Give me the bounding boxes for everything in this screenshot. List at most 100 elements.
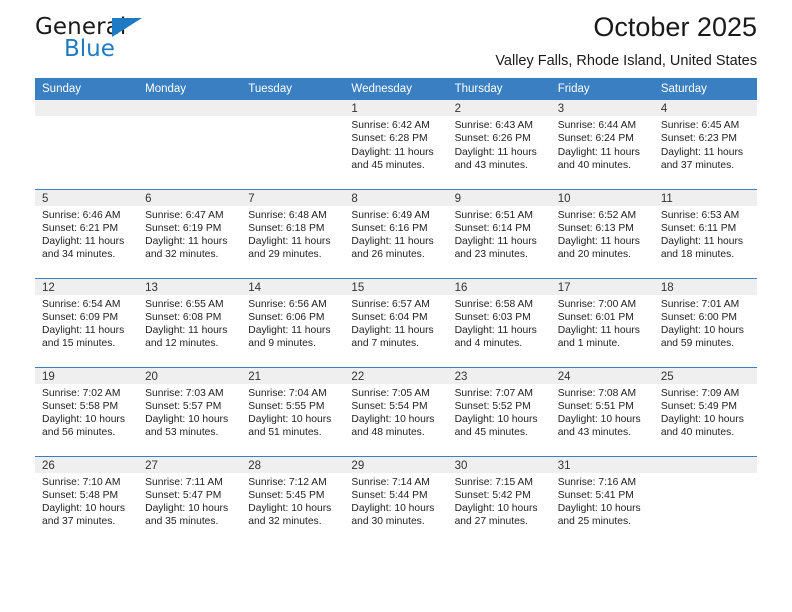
calendar-day-cell[interactable]: 20 Sunrise: 7:03 AM Sunset: 5:57 PM Dayligh… bbox=[138, 366, 242, 456]
calendar-day-cell[interactable]: 7 Sunrise: 6:48 AM Sunset: 6:18 PM Daylight… bbox=[241, 188, 345, 278]
day-number bbox=[138, 100, 242, 116]
day-details: Sunrise: 6:57 AM Sunset: 6:04 PM Daylight:… bbox=[344, 295, 447, 351]
sunrise-text: Sunrise: 6:47 AM bbox=[145, 209, 224, 221]
calendar-day-cell[interactable]: 31 Sunrise: 7:16 AM Sunset: 5:41 PM Dayligh… bbox=[550, 455, 654, 545]
calendar-day-cell-empty bbox=[241, 100, 345, 189]
calendar-day-cell[interactable]: 16 Sunrise: 6:58 AM Sunset: 6:03 PM Dayligh… bbox=[447, 277, 551, 367]
sunset-text: Sunset: 5:48 PM bbox=[42, 489, 119, 501]
sunset-text: Sunset: 6:23 PM bbox=[660, 133, 737, 145]
calendar-day-cell[interactable]: 24 Sunrise: 7:08 AM Sunset: 5:51 PM Dayligh… bbox=[550, 366, 654, 456]
sunset-text: Sunset: 6:04 PM bbox=[351, 311, 428, 323]
daylight-text: Daylight: 10 hours and 27 minutes. bbox=[454, 503, 538, 528]
calendar-day-cell[interactable]: 26 Sunrise: 7:10 AM Sunset: 5:48 PM Dayligh… bbox=[35, 455, 139, 545]
sunrise-text: Sunrise: 7:03 AM bbox=[145, 387, 224, 399]
day-number: 10 bbox=[550, 189, 654, 206]
calendar-day-cell[interactable]: 17 Sunrise: 7:00 AM Sunset: 6:01 PM Dayligh… bbox=[550, 277, 654, 367]
calendar-day-cell[interactable]: 8 Sunrise: 6:49 AM Sunset: 6:16 PM Daylight… bbox=[344, 188, 448, 278]
daylight-text: Daylight: 10 hours and 53 minutes. bbox=[145, 414, 229, 439]
sunset-text: Sunset: 5:58 PM bbox=[42, 400, 119, 412]
sunset-text: Sunset: 6:03 PM bbox=[454, 311, 531, 323]
calendar-day-cell[interactable]: 15 Sunrise: 6:57 AM Sunset: 6:04 PM Dayligh… bbox=[344, 277, 448, 367]
calendar-day-cell[interactable]: 3 Sunrise: 6:44 AM Sunset: 6:24 PM Daylight… bbox=[550, 100, 654, 189]
weekday-header-thursday: Thursday bbox=[447, 78, 551, 100]
sunset-text: Sunset: 6:08 PM bbox=[145, 311, 222, 323]
day-details: Sunrise: 7:12 AM Sunset: 5:45 PM Daylight:… bbox=[241, 473, 344, 529]
calendar-day-cell[interactable]: 27 Sunrise: 7:11 AM Sunset: 5:47 PM Dayligh… bbox=[138, 455, 242, 545]
day-details: Sunrise: 6:42 AM Sunset: 6:28 PM Daylight:… bbox=[344, 116, 447, 172]
sunrise-text: Sunrise: 7:15 AM bbox=[454, 476, 533, 488]
sunrise-text: Sunrise: 7:16 AM bbox=[557, 476, 637, 488]
day-number: 1 bbox=[344, 100, 448, 116]
calendar-day-cell[interactable]: 18 Sunrise: 7:01 AM Sunset: 6:00 PM Dayligh… bbox=[653, 277, 757, 367]
day-number: 22 bbox=[344, 367, 448, 384]
day-number bbox=[35, 100, 139, 116]
day-details: Sunrise: 7:10 AM Sunset: 5:48 PM Daylight:… bbox=[35, 473, 138, 529]
day-number: 12 bbox=[35, 278, 139, 295]
weekday-header-saturday: Saturday bbox=[653, 78, 757, 100]
daylight-text: Daylight: 11 hours and 32 minutes. bbox=[145, 236, 228, 261]
day-details: Sunrise: 6:58 AM Sunset: 6:03 PM Daylight:… bbox=[448, 295, 551, 351]
calendar-day-cell[interactable]: 1 Sunrise: 6:42 AM Sunset: 6:28 PM Daylight… bbox=[344, 100, 448, 189]
sunset-text: Sunset: 6:21 PM bbox=[42, 222, 119, 234]
calendar-day-cell[interactable]: 23 Sunrise: 7:07 AM Sunset: 5:52 PM Dayligh… bbox=[447, 366, 551, 456]
page-title: October 2025 bbox=[593, 12, 757, 42]
calendar-day-cell[interactable]: 11 Sunrise: 6:53 AM Sunset: 6:11 PM Dayligh… bbox=[653, 188, 757, 278]
day-number: 25 bbox=[653, 367, 757, 384]
day-details: Sunrise: 6:43 AM Sunset: 6:26 PM Daylight:… bbox=[448, 116, 551, 172]
day-details: Sunrise: 7:04 AM Sunset: 5:55 PM Daylight:… bbox=[241, 384, 344, 440]
calendar-day-cell[interactable]: 25 Sunrise: 7:09 AM Sunset: 5:49 PM Dayligh… bbox=[653, 366, 757, 456]
calendar-day-cell[interactable]: 4 Sunrise: 6:45 AM Sunset: 6:23 PM Daylight… bbox=[653, 100, 757, 189]
brand-name-blue: Blue bbox=[64, 36, 115, 62]
day-number: 6 bbox=[138, 189, 242, 206]
sunrise-sunset-calendar: Sunday Monday Tuesday Wednesday Thursday… bbox=[35, 78, 757, 545]
day-details: Sunrise: 7:01 AM Sunset: 6:00 PM Daylight:… bbox=[654, 295, 757, 351]
sunrise-text: Sunrise: 6:45 AM bbox=[660, 120, 740, 131]
calendar-day-cell[interactable]: 30 Sunrise: 7:15 AM Sunset: 5:42 PM Dayligh… bbox=[447, 455, 551, 545]
calendar-week-row: 12 Sunrise: 6:54 AM Sunset: 6:09 PM Dayligh… bbox=[35, 277, 757, 367]
day-number: 19 bbox=[35, 367, 139, 384]
calendar-day-cell[interactable]: 5 Sunrise: 6:46 AM Sunset: 6:21 PM Daylight… bbox=[35, 188, 139, 278]
calendar-day-cell[interactable]: 10 Sunrise: 6:52 AM Sunset: 6:13 PM Dayligh… bbox=[550, 188, 654, 278]
sunset-text: Sunset: 5:47 PM bbox=[145, 489, 222, 501]
brand-logo[interactable]: General Blue bbox=[35, 14, 295, 70]
calendar-day-cell[interactable]: 21 Sunrise: 7:04 AM Sunset: 5:55 PM Dayligh… bbox=[241, 366, 345, 456]
day-number: 7 bbox=[241, 189, 345, 206]
daylight-text: Daylight: 10 hours and 59 minutes. bbox=[660, 325, 744, 350]
daylight-text: Daylight: 11 hours and 34 minutes. bbox=[42, 236, 125, 261]
day-details: Sunrise: 6:53 AM Sunset: 6:11 PM Daylight:… bbox=[654, 206, 757, 262]
calendar-day-cell[interactable]: 28 Sunrise: 7:12 AM Sunset: 5:45 PM Dayligh… bbox=[241, 455, 345, 545]
day-details: Sunrise: 6:46 AM Sunset: 6:21 PM Daylight:… bbox=[35, 206, 138, 262]
sunrise-text: Sunrise: 7:05 AM bbox=[351, 387, 430, 399]
sunrise-text: Sunrise: 6:55 AM bbox=[145, 298, 224, 310]
day-number: 31 bbox=[550, 456, 654, 473]
sunrise-text: Sunrise: 7:02 AM bbox=[42, 387, 121, 399]
calendar-day-cell[interactable]: 29 Sunrise: 7:14 AM Sunset: 5:44 PM Dayligh… bbox=[344, 455, 448, 545]
calendar-week-row: 26 Sunrise: 7:10 AM Sunset: 5:48 PM Dayligh… bbox=[35, 455, 757, 545]
calendar-day-cell[interactable]: 13 Sunrise: 6:55 AM Sunset: 6:08 PM Dayligh… bbox=[138, 277, 242, 367]
day-number: 24 bbox=[550, 367, 654, 384]
sunrise-text: Sunrise: 6:52 AM bbox=[557, 209, 637, 221]
day-details: Sunrise: 6:56 AM Sunset: 6:06 PM Daylight:… bbox=[241, 295, 344, 351]
calendar-day-cell[interactable]: 12 Sunrise: 6:54 AM Sunset: 6:09 PM Dayligh… bbox=[35, 277, 139, 367]
sunset-text: Sunset: 5:57 PM bbox=[145, 400, 222, 412]
sunrise-text: Sunrise: 7:14 AM bbox=[351, 476, 430, 488]
weekday-header-sunday: Sunday bbox=[35, 78, 139, 100]
calendar-day-cell[interactable]: 6 Sunrise: 6:47 AM Sunset: 6:19 PM Daylight… bbox=[138, 188, 242, 278]
weekday-header-row: Sunday Monday Tuesday Wednesday Thursday… bbox=[35, 78, 757, 100]
calendar-day-cell[interactable]: 22 Sunrise: 7:05 AM Sunset: 5:54 PM Dayligh… bbox=[344, 366, 448, 456]
sunset-text: Sunset: 5:52 PM bbox=[454, 400, 531, 412]
day-number: 27 bbox=[138, 456, 242, 473]
day-number: 29 bbox=[344, 456, 448, 473]
calendar-day-cell-empty bbox=[653, 455, 757, 545]
daylight-text: Daylight: 10 hours and 40 minutes. bbox=[660, 414, 744, 439]
triangle-logo-icon bbox=[112, 18, 142, 37]
calendar-day-cell[interactable]: 19 Sunrise: 7:02 AM Sunset: 5:58 PM Dayligh… bbox=[35, 366, 139, 456]
day-details: Sunrise: 6:48 AM Sunset: 6:18 PM Daylight:… bbox=[241, 206, 344, 262]
calendar-day-cell[interactable]: 9 Sunrise: 6:51 AM Sunset: 6:14 PM Daylight… bbox=[447, 188, 551, 278]
day-details: Sunrise: 7:15 AM Sunset: 5:42 PM Daylight:… bbox=[448, 473, 551, 529]
weekday-header-wednesday: Wednesday bbox=[344, 78, 448, 100]
calendar-day-cell[interactable]: 2 Sunrise: 6:43 AM Sunset: 6:26 PM Daylight… bbox=[447, 100, 551, 189]
calendar-day-cell[interactable]: 14 Sunrise: 6:56 AM Sunset: 6:06 PM Dayligh… bbox=[241, 277, 345, 367]
daylight-text: Daylight: 10 hours and 30 minutes. bbox=[351, 503, 435, 528]
sunset-text: Sunset: 5:41 PM bbox=[557, 489, 634, 501]
